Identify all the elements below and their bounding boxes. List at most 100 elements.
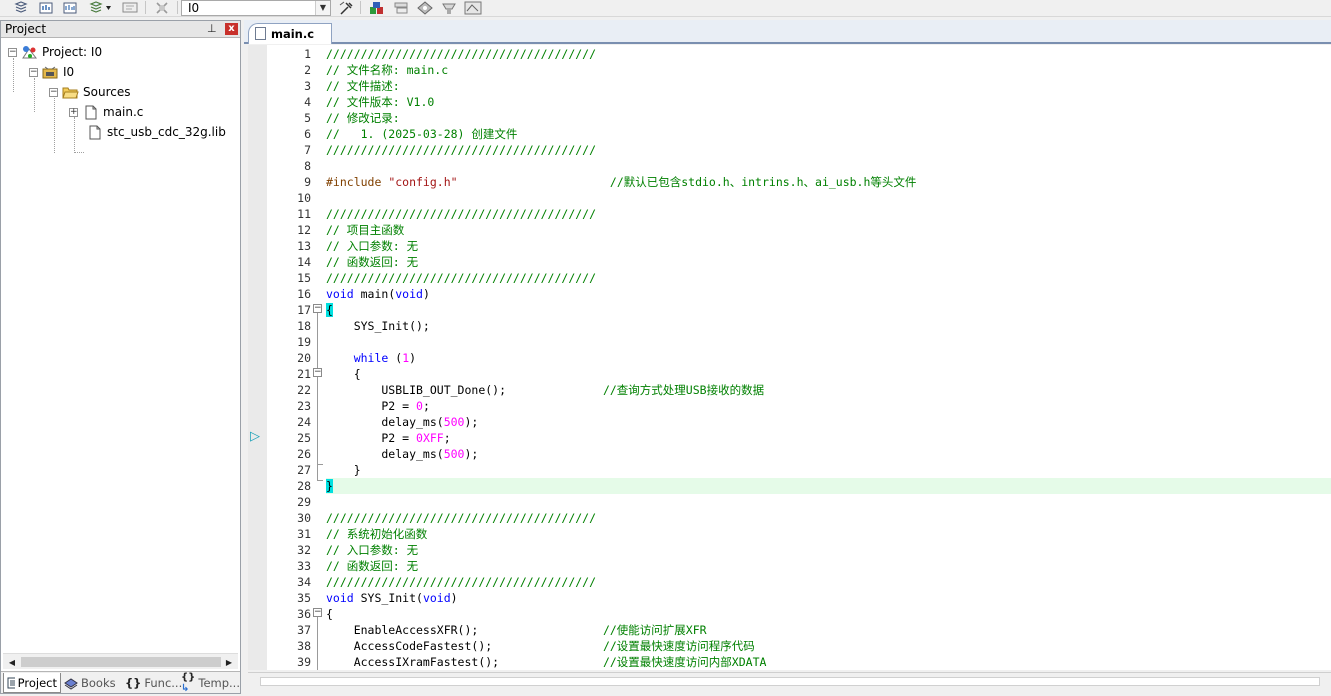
- line-number: 32: [297, 543, 311, 557]
- code-line[interactable]: {: [326, 302, 1331, 318]
- select-packs-icon[interactable]: [392, 0, 410, 15]
- manage-components-icon[interactable]: [368, 0, 386, 15]
- tree-item-project[interactable]: − Project: I0: [8, 42, 102, 62]
- code-line[interactable]: }: [326, 478, 1331, 494]
- code-line[interactable]: P2 = 0;: [326, 398, 1331, 414]
- code-line[interactable]: // 文件版本: V1.0: [326, 94, 1331, 110]
- code-line[interactable]: ///////////////////////////////////////: [326, 46, 1331, 62]
- line-number: 19: [297, 335, 311, 349]
- build-icon[interactable]: [37, 0, 55, 15]
- stack-icon[interactable]: [12, 0, 30, 15]
- code-line[interactable]: [326, 158, 1331, 174]
- code-line[interactable]: // 函数返回: 无: [326, 254, 1331, 270]
- collapse-icon[interactable]: −: [49, 87, 58, 97]
- code-line[interactable]: [326, 190, 1331, 206]
- tab-main-c[interactable]: main.c: [248, 23, 332, 44]
- code-line[interactable]: ///////////////////////////////////////: [326, 206, 1331, 222]
- code-line[interactable]: // 入口参数: 无: [326, 238, 1331, 254]
- code-editor[interactable]: ▷ 1 2 3 4 5 6 7 8 9 10 11 12 13 14 15 16 17 18 19 20 21 22 23 2…: [248, 45, 1331, 670]
- line-number: 29: [297, 495, 311, 509]
- target-options-icon[interactable]: [337, 0, 355, 15]
- code-line[interactable]: USBLIB_OUT_Done(); //查询方式处理USB接收的数据: [326, 382, 1331, 398]
- code-token: "config.h": [388, 175, 458, 189]
- line-number: 21: [297, 367, 311, 381]
- code-line[interactable]: // 函数返回: 无: [326, 558, 1331, 574]
- code-token: // 函数返回: 无: [326, 559, 419, 573]
- code-token: (: [388, 351, 403, 365]
- code-line[interactable]: AccessCodeFastest(); //设置最快速度访问程序代码: [326, 638, 1331, 654]
- code-token: 0: [416, 399, 423, 413]
- code-line[interactable]: SYS_Init();: [326, 318, 1331, 334]
- code-token: // 文件描述:: [326, 79, 400, 93]
- folder-open-icon: [62, 85, 79, 100]
- code-text[interactable]: /////////////////////////////////////// /…: [326, 45, 1331, 670]
- code-line[interactable]: delay_ms(500);: [326, 414, 1331, 430]
- scroll-left-icon[interactable]: ◀: [5, 656, 19, 668]
- code-token: // 文件名称: main.c: [326, 63, 449, 77]
- project-panel-header: Project ⊥ x: [1, 21, 240, 38]
- code-line[interactable]: while (1): [326, 350, 1331, 366]
- breakpoint-margin[interactable]: ▷: [248, 45, 267, 670]
- tab-books[interactable]: Books: [64, 673, 116, 693]
- rebuild-icon[interactable]: [61, 0, 79, 15]
- tree-item-target[interactable]: − I0: [29, 62, 74, 82]
- tab-functions[interactable]: {} Func...: [125, 673, 182, 693]
- line-number: 38: [297, 639, 311, 653]
- pin-icon[interactable]: ⊥: [207, 22, 217, 35]
- code-line[interactable]: delay_ms(500);: [326, 446, 1331, 462]
- code-token: //设置最快速度访问内部XDATA: [602, 655, 767, 669]
- code-token: void: [326, 287, 354, 301]
- tab-templates[interactable]: {}↳ Temp...: [181, 672, 240, 694]
- batch-build-icon[interactable]: [88, 0, 114, 15]
- code-line[interactable]: ///////////////////////////////////////: [326, 142, 1331, 158]
- code-line[interactable]: #include "config.h" //默认已包含stdio.h、intri…: [326, 174, 1331, 190]
- tab-label: Func...: [144, 676, 183, 690]
- code-line[interactable]: ///////////////////////////////////////: [326, 574, 1331, 590]
- scroll-right-icon[interactable]: ▶: [222, 656, 236, 668]
- panel-horizontal-scrollbar[interactable]: ◀ ▶: [3, 653, 238, 669]
- manage-run-time-icon[interactable]: [440, 0, 458, 15]
- tab-label: Project: [17, 675, 57, 690]
- target-select[interactable]: I0 ▼: [181, 0, 331, 16]
- code-line[interactable]: P2 = 0XFF;: [326, 430, 1331, 446]
- code-line[interactable]: ///////////////////////////////////////: [326, 270, 1331, 286]
- close-icon[interactable]: x: [225, 23, 238, 35]
- fold-toggle-icon[interactable]: −: [313, 608, 322, 617]
- code-line[interactable]: // 1. (2025-03-28) 创建文件: [326, 126, 1331, 142]
- code-line[interactable]: // 入口参数: 无: [326, 542, 1331, 558]
- code-line[interactable]: // 文件描述:: [326, 78, 1331, 94]
- code-line[interactable]: ///////////////////////////////////////: [326, 510, 1331, 526]
- code-line[interactable]: void SYS_Init(void): [326, 590, 1331, 606]
- code-token: SYS_Init(: [353, 591, 423, 605]
- expand-icon[interactable]: +: [69, 107, 78, 117]
- manage-rte-icon[interactable]: [464, 0, 482, 15]
- collapse-icon[interactable]: −: [8, 47, 17, 57]
- stop-icon[interactable]: [153, 0, 171, 15]
- code-line[interactable]: }: [326, 462, 1331, 478]
- tree-item-sources[interactable]: − Sources: [49, 82, 130, 102]
- code-line[interactable]: // 修改记录:: [326, 110, 1331, 126]
- code-line[interactable]: void main(void): [326, 286, 1331, 302]
- pack-installer-icon[interactable]: [416, 0, 434, 15]
- code-line[interactable]: // 系统初始化函数: [326, 526, 1331, 542]
- code-line[interactable]: // 项目主函数: [326, 222, 1331, 238]
- tree-item-lib[interactable]: stc_usb_cdc_32g.lib: [86, 122, 226, 142]
- tree-item-main-c[interactable]: + main.c: [69, 102, 143, 122]
- code-line[interactable]: {: [326, 366, 1331, 382]
- download-icon[interactable]: [121, 0, 139, 15]
- code-line[interactable]: [326, 334, 1331, 350]
- code-line[interactable]: AccessIXramFastest(); //设置最快速度访问内部XDATA: [326, 654, 1331, 670]
- fold-toggle-icon[interactable]: −: [313, 368, 322, 377]
- tab-project[interactable]: Project: [3, 673, 61, 693]
- line-number: 5: [304, 111, 311, 125]
- editor-horizontal-scrollbar[interactable]: [248, 672, 1331, 690]
- code-line[interactable]: EnableAccessXFR(); //使能访问扩展XFR: [326, 622, 1331, 638]
- chevron-down-icon[interactable]: ▼: [315, 1, 330, 15]
- scrollbar-thumb[interactable]: [21, 657, 221, 667]
- code-line[interactable]: {: [326, 606, 1331, 622]
- fold-toggle-icon[interactable]: −: [313, 304, 322, 313]
- scrollbar-thumb[interactable]: [260, 677, 1320, 686]
- collapse-icon[interactable]: −: [29, 67, 38, 77]
- code-line[interactable]: [326, 494, 1331, 510]
- code-line[interactable]: // 文件名称: main.c: [326, 62, 1331, 78]
